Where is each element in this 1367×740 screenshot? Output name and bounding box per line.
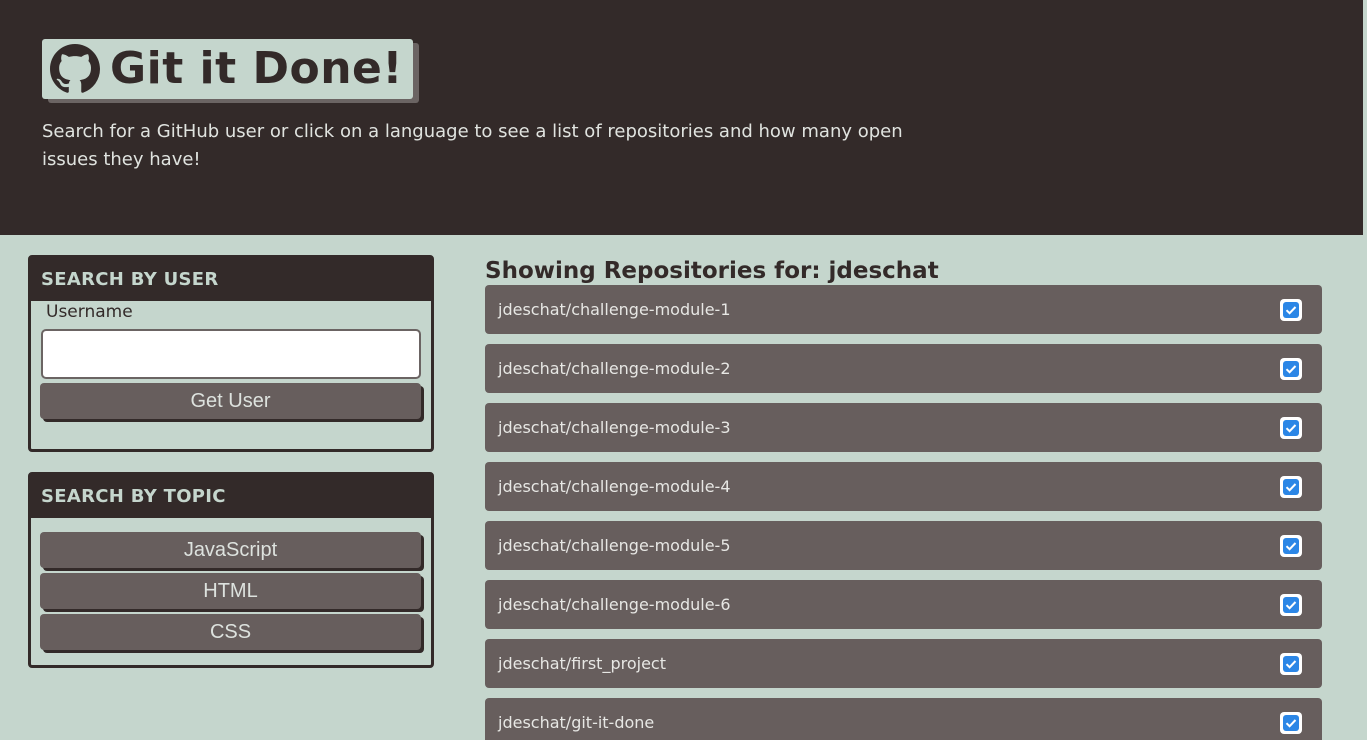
repo-name: jdeschat/challenge-module-2	[498, 359, 731, 378]
repo-item[interactable]: jdeschat/challenge-module-5	[485, 521, 1322, 570]
check-icon	[1280, 652, 1302, 675]
repo-name: jdeschat/challenge-module-1	[498, 300, 731, 319]
search-by-user-heading: SEARCH BY USER	[31, 258, 431, 301]
repo-name: jdeschat/challenge-module-3	[498, 418, 731, 437]
results-title: Showing Repositories for: jdeschat	[485, 258, 939, 284]
hero-header: Git it Done! Search for a GitHub user or…	[0, 0, 1363, 235]
get-user-button[interactable]: Get User	[40, 383, 421, 419]
github-icon	[50, 44, 100, 93]
app-title: Git it Done!	[110, 43, 403, 94]
check-icon	[1280, 534, 1302, 557]
repo-item[interactable]: jdeschat/challenge-module-6	[485, 580, 1322, 629]
repo-name: jdeschat/challenge-module-6	[498, 595, 731, 614]
search-by-topic-card: SEARCH BY TOPIC JavaScript HTML CSS	[28, 472, 434, 668]
logo: Git it Done!	[42, 39, 413, 99]
app-subtitle: Search for a GitHub user or click on a l…	[42, 121, 903, 170]
repo-item[interactable]: jdeschat/challenge-module-3	[485, 403, 1322, 452]
check-icon	[1280, 357, 1302, 380]
repo-name: jdeschat/challenge-module-5	[498, 536, 731, 555]
username-input[interactable]	[41, 329, 421, 379]
repo-name: jdeschat/first_project	[498, 654, 666, 673]
check-icon	[1280, 416, 1302, 439]
repo-item[interactable]: jdeschat/challenge-module-1	[485, 285, 1322, 334]
repo-name: jdeschat/challenge-module-4	[498, 477, 731, 496]
search-by-user-card: SEARCH BY USER Username Get User	[28, 255, 434, 452]
check-icon	[1280, 593, 1302, 616]
repo-item[interactable]: jdeschat/challenge-module-4	[485, 462, 1322, 511]
search-by-topic-heading: SEARCH BY TOPIC	[31, 475, 431, 518]
repo-item[interactable]: jdeschat/git-it-done	[485, 698, 1322, 740]
topic-button-html[interactable]: HTML	[40, 573, 421, 609]
check-icon	[1280, 298, 1302, 321]
topic-button-css[interactable]: CSS	[40, 614, 421, 650]
check-icon	[1280, 711, 1302, 734]
repo-item[interactable]: jdeschat/first_project	[485, 639, 1322, 688]
username-label: Username	[46, 302, 133, 322]
repo-item[interactable]: jdeschat/challenge-module-2	[485, 344, 1322, 393]
topic-button-javascript[interactable]: JavaScript	[40, 532, 421, 568]
check-icon	[1280, 475, 1302, 498]
repo-list: jdeschat/challenge-module-1 jdeschat/cha…	[485, 285, 1322, 740]
repo-name: jdeschat/git-it-done	[498, 713, 655, 732]
